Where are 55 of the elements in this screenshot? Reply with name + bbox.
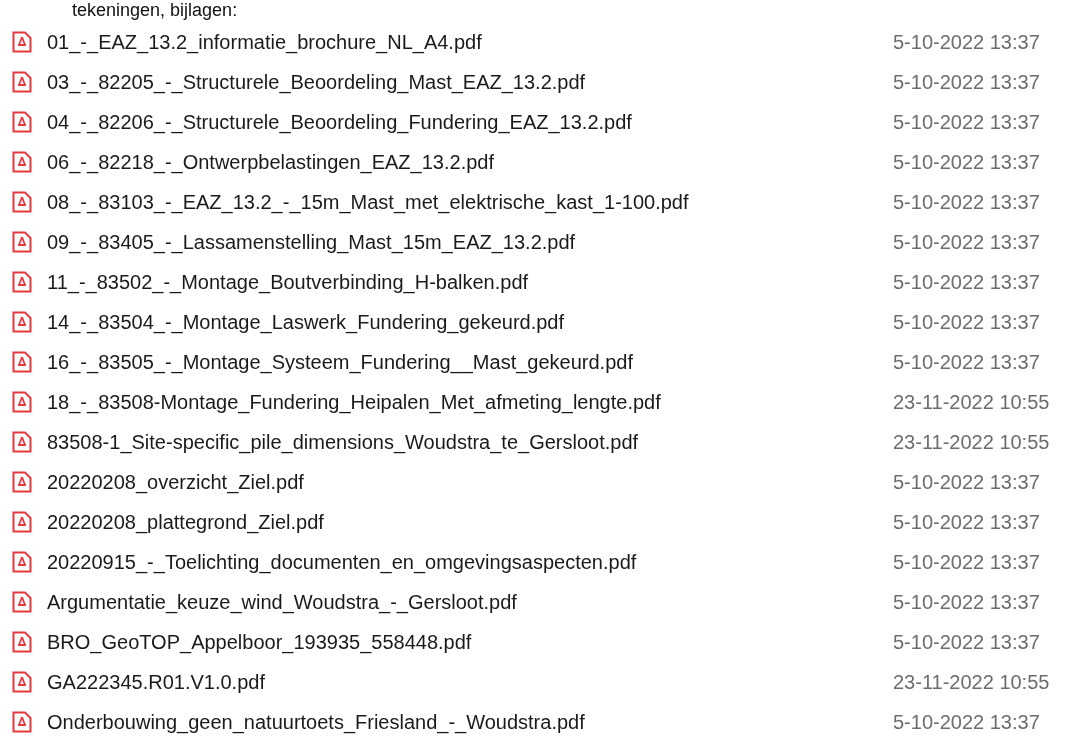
pdf-file-icon	[12, 671, 32, 693]
file-name[interactable]: 06_-_82218_-_Ontwerpbelastingen_EAZ_13.2.pdf	[47, 150, 880, 174]
file-name[interactable]: 01_-_EAZ_13.2_informatie_brochure_NL_A4.pdf	[47, 30, 880, 54]
file-name[interactable]: BRO_GeoTOP_Appelboor_193935_558448.pdf	[47, 630, 880, 654]
modified-date: 5-10-2022 13:37	[893, 550, 1041, 574]
pdf-file-icon	[12, 591, 32, 613]
modified-date: 5-10-2022 13:37	[893, 350, 1041, 374]
modified-date: 23-11-2022 10:55	[893, 430, 1051, 454]
pdf-file-icon	[12, 551, 32, 573]
pdf-file-icon	[12, 31, 32, 53]
modified-date: 5-10-2022 13:37	[893, 270, 1041, 294]
file-name[interactable]: 20220915_-_Toelichting_documenten_en_omgevingsaspecten.pdf	[47, 550, 880, 574]
file-name[interactable]: GA222345.R01.V1.0.pdf	[47, 670, 880, 694]
file-name[interactable]: 20220208_plattegrond_Ziel.pdf	[47, 510, 880, 534]
modified-date: 5-10-2022 13:37	[893, 70, 1041, 94]
modified-date: 5-10-2022 13:37	[893, 710, 1041, 734]
modified-date: 5-10-2022 13:37	[893, 190, 1041, 214]
pdf-file-icon	[12, 631, 32, 653]
file-name[interactable]: 14_-_83504_-_Montage_Laswerk_Fundering_gekeurd.pdf	[47, 310, 880, 334]
modified-date: 5-10-2022 13:37	[893, 150, 1041, 174]
pdf-file-icon	[12, 271, 32, 293]
file-name[interactable]: 11_-_83502_-_Montage_Boutverbinding_H-balken.pdf	[47, 270, 880, 294]
modified-date: 5-10-2022 13:37	[893, 230, 1041, 254]
file-name[interactable]: 83508-1_Site-specific_pile_dimensions_Woudstra_te_Gersloot.pdf	[47, 430, 880, 454]
pdf-file-icon	[12, 471, 32, 493]
modified-date: 5-10-2022 13:37	[893, 470, 1041, 494]
file-name[interactable]: 20220208_overzicht_Ziel.pdf	[47, 470, 880, 494]
modified-date: 5-10-2022 13:37	[893, 30, 1041, 54]
pdf-file-icon	[12, 71, 32, 93]
file-name[interactable]: Argumentatie_keuze_wind_Woudstra_-_Gersloot.pdf	[47, 590, 880, 614]
pdf-file-icon	[12, 311, 32, 333]
pdf-file-icon	[12, 191, 32, 213]
pdf-file-icon	[12, 391, 32, 413]
file-name[interactable]: 08_-_83103_-_EAZ_13.2_-_15m_Mast_met_elektrische_kast_1-100.pdf	[47, 190, 880, 214]
section-heading: tekeningen, bijlagen:	[71, 0, 239, 22]
file-name[interactable]: Onderbouwing_geen_natuurtoets_Friesland_-_Woudstra.pdf	[47, 710, 880, 734]
file-name[interactable]: 16_-_83505_-_Montage_Systeem_Fundering__Mast_gekeurd.pdf	[47, 350, 880, 374]
modified-date: 5-10-2022 13:37	[893, 310, 1041, 334]
file-name[interactable]: 18_-_83508-Montage_Fundering_Heipalen_Met_afmeting_lengte.pdf	[47, 390, 880, 414]
pdf-file-icon	[12, 231, 32, 253]
file-name[interactable]: 03_-_82205_-_Structurele_Beoordeling_Mast_EAZ_13.2.pdf	[47, 70, 880, 94]
file-name[interactable]: 09_-_83405_-_Lassamenstelling_Mast_15m_EAZ_13.2.pdf	[47, 230, 880, 254]
modified-date: 5-10-2022 13:37	[893, 110, 1041, 134]
pdf-file-icon	[12, 151, 32, 173]
modified-date: 5-10-2022 13:37	[893, 510, 1041, 534]
modified-date: 5-10-2022 13:37	[893, 630, 1041, 654]
modified-date: 23-11-2022 10:55	[893, 670, 1051, 694]
pdf-file-icon	[12, 511, 32, 533]
pdf-file-icon	[12, 351, 32, 373]
pdf-file-icon	[12, 111, 32, 133]
pdf-file-icon	[12, 431, 32, 453]
modified-date: 23-11-2022 10:55	[893, 390, 1051, 414]
modified-date: 5-10-2022 13:37	[893, 590, 1041, 614]
file-name[interactable]: 04_-_82206_-_Structurele_Beoordeling_Fundering_EAZ_13.2.pdf	[47, 110, 880, 134]
pdf-file-icon	[12, 711, 32, 733]
